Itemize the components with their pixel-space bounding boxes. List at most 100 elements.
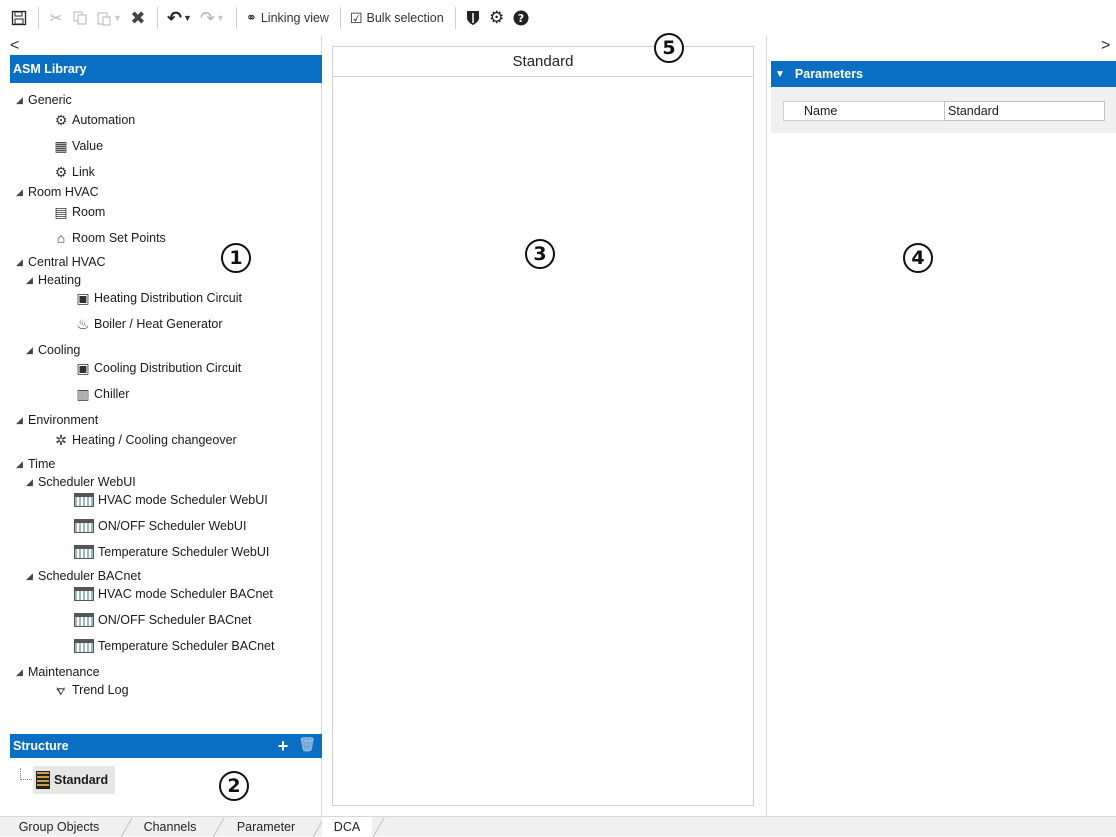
expand-triangle-icon[interactable]: ◢: [16, 95, 28, 106]
tree-item[interactable]: ◢ Time: [16, 454, 55, 474]
expand-triangle-icon[interactable]: ◢: [26, 477, 38, 488]
tab-parameter[interactable]: Parameter: [222, 817, 310, 837]
tree-item-label: Room: [72, 205, 106, 219]
save-icon[interactable]: [8, 5, 30, 31]
tab-group-objects[interactable]: Group Objects: [0, 817, 118, 837]
tree-item[interactable]: ▦ Value: [52, 136, 103, 156]
param-name-field[interactable]: Standard: [944, 101, 1105, 121]
tree-item[interactable]: ⚙ Automation: [52, 110, 136, 130]
linking-view-label: Linking view: [260, 11, 329, 25]
diagram-title: Standard: [333, 47, 753, 77]
structure-header: Structure + 🗑: [10, 734, 322, 758]
setpoint-icon: ⌂: [56, 230, 66, 246]
tab-separator: [372, 818, 385, 837]
svg-text:?: ?: [517, 12, 523, 25]
tree-item[interactable]: ◢ Cooling: [26, 340, 80, 360]
collapse-right-arrow-icon[interactable]: >: [1101, 38, 1110, 54]
scheduler-icon: [74, 493, 94, 507]
tree-item[interactable]: Temperature Scheduler WebUI: [74, 542, 269, 562]
tree-item-label: Temperature Scheduler BACnet: [98, 639, 275, 653]
expand-triangle-icon[interactable]: ◢: [26, 275, 38, 286]
scheduler-icon: [74, 545, 94, 559]
copy-icon[interactable]: [69, 5, 91, 31]
tree-item[interactable]: ◢ Generic: [16, 90, 72, 110]
toolbar-separator: [454, 7, 456, 29]
trash-icon[interactable]: 🗑: [298, 736, 316, 757]
diagram-panel[interactable]: Standard: [332, 46, 754, 806]
tree-item[interactable]: ▤ Room: [52, 202, 105, 222]
scheduler-icon: [74, 639, 94, 653]
properties-panel: > ▼ Parameters Name Standard: [766, 36, 1116, 816]
structure-title: Structure: [13, 739, 69, 753]
shield-icon[interactable]: [462, 5, 484, 31]
structure-item-standard[interactable]: Standard: [33, 766, 115, 794]
tree-item[interactable]: ON/OFF Scheduler BACnet: [74, 610, 252, 630]
expand-triangle-icon[interactable]: ◢: [16, 459, 28, 470]
structure-item-label: Standard: [54, 773, 109, 787]
gear-icon[interactable]: ⚙: [486, 5, 508, 31]
expand-triangle-icon[interactable]: ◢: [16, 187, 28, 198]
expand-triangle-icon[interactable]: ◢: [16, 257, 28, 268]
boiler-icon: ♨: [76, 315, 90, 332]
tab-channels[interactable]: Channels: [130, 817, 210, 837]
tree-item[interactable]: ♨ Boiler / Heat Generator: [74, 314, 223, 334]
tree-item[interactable]: ▥ Chiller: [74, 384, 129, 404]
expand-triangle-icon[interactable]: ◢: [16, 667, 28, 678]
tree-item[interactable]: ⦡ Trend Log: [52, 680, 128, 700]
tree-item-label: Time: [28, 457, 56, 471]
tree-item[interactable]: ◢ Maintenance: [16, 662, 100, 682]
tab-dca[interactable]: DCA: [322, 817, 372, 837]
toolbar-separator: [235, 7, 237, 29]
callout-2: 2: [219, 771, 249, 801]
expand-triangle-icon[interactable]: ◢: [26, 345, 38, 356]
help-icon[interactable]: ?: [510, 5, 532, 31]
tree-item[interactable]: ◢ Scheduler WebUI: [26, 472, 136, 492]
tree-item-label: Link: [72, 165, 95, 179]
paste-icon[interactable]: ▼: [93, 5, 125, 31]
circuit-icon: ▣: [76, 359, 90, 376]
tree-item-label: Temperature Scheduler WebUI: [98, 545, 270, 559]
tree-item[interactable]: ◢ Central HVAC: [16, 252, 106, 272]
delete-icon[interactable]: ✖: [127, 5, 149, 31]
tree-item[interactable]: ⌂ Room Set Points: [52, 228, 166, 248]
parameters-header[interactable]: ▼ Parameters: [771, 61, 1116, 87]
room-icon: ▤: [54, 203, 68, 220]
tree-item[interactable]: ⚙ Link: [52, 162, 95, 182]
redo-icon[interactable]: ↷ ▼: [197, 5, 228, 31]
tree-item[interactable]: HVAC mode Scheduler WebUI: [74, 490, 268, 510]
tree-item-label: Room HVAC: [28, 185, 99, 199]
tree-item[interactable]: ON/OFF Scheduler WebUI: [74, 516, 246, 536]
toolbar-separator: [339, 7, 341, 29]
tree-item[interactable]: ◢ Room HVAC: [16, 182, 99, 202]
tree-item[interactable]: Temperature Scheduler BACnet: [74, 636, 274, 656]
expand-triangle-icon[interactable]: ◢: [16, 415, 28, 426]
chevron-down-icon: ▼: [183, 13, 192, 23]
tree-item[interactable]: ▣ Cooling Distribution Circuit: [74, 358, 241, 378]
expand-triangle-icon[interactable]: ◢: [26, 571, 38, 582]
param-name-label: Name: [783, 101, 945, 121]
parameters-title: Parameters: [794, 67, 864, 81]
tree-item[interactable]: ◢ Scheduler BACnet: [26, 566, 141, 586]
tree-item[interactable]: ◢ Heating: [26, 270, 81, 290]
tree-item[interactable]: ▣ Heating Distribution Circuit: [74, 288, 242, 308]
linking-icon: ⚭: [245, 10, 257, 25]
bulk-selection-label: Bulk selection: [366, 11, 444, 25]
tree-item-label: Central HVAC: [28, 255, 106, 269]
tree-item[interactable]: ✲ Heating / Cooling changeover: [52, 430, 237, 450]
add-icon[interactable]: +: [278, 736, 289, 757]
linking-view-button[interactable]: ⚭ Linking view: [243, 5, 332, 31]
bulk-selection-button[interactable]: ☑ Bulk selection: [347, 5, 447, 31]
asm-library-title: ASM Library: [13, 62, 87, 76]
tree-item[interactable]: ◢ Environment: [16, 410, 98, 430]
tree-item-label: Cooling Distribution Circuit: [94, 361, 242, 375]
gear-icon: ⚙: [54, 111, 68, 128]
tree-item-label: Scheduler BACnet: [38, 569, 141, 583]
undo-icon[interactable]: ↶ ▼: [164, 5, 195, 31]
value-icon: ▦: [54, 137, 68, 154]
asm-library-header: ASM Library: [10, 55, 322, 83]
collapse-left-arrow-icon[interactable]: <: [10, 38, 19, 54]
tree-item-label: Heating: [38, 273, 82, 287]
cut-icon[interactable]: ✂: [45, 5, 67, 31]
tree-item-label: Heating Distribution Circuit: [94, 291, 242, 305]
tree-item[interactable]: HVAC mode Scheduler BACnet: [74, 584, 273, 604]
